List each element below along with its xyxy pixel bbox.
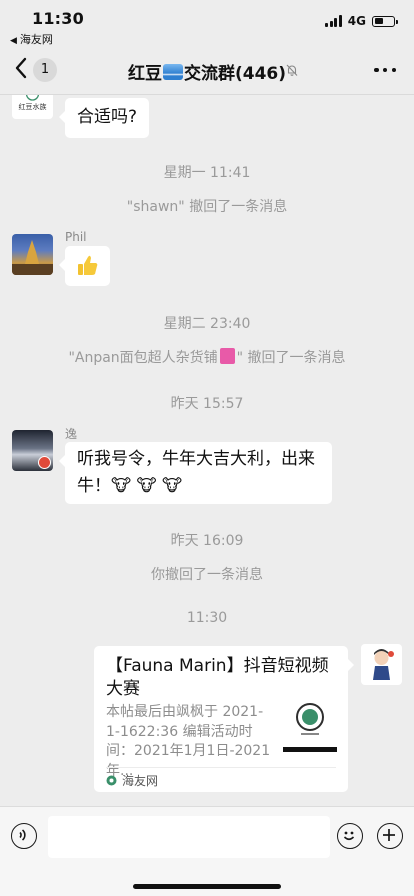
plus-icon (383, 829, 395, 841)
input-bar (0, 806, 414, 896)
group-title: 红豆 交流群(446) (128, 59, 286, 84)
link-card-title: 【Fauna Marin】抖音短视频大赛 (106, 656, 329, 699)
message-list[interactable]: 红豆水族 合适吗? 星期一 11:41 "shawn" 撤回了一条消息 Phil… (0, 95, 414, 805)
thumbnail-logo-icon (283, 703, 337, 752)
avatar-hongdou[interactable]: 红豆水族 (12, 95, 53, 119)
cellular-signal-icon (325, 15, 342, 27)
message-bubble[interactable]: 合适吗? (58, 98, 150, 138)
thumbs-up-emoji-icon (78, 255, 98, 275)
wave-emoji-icon (163, 63, 183, 80)
status-bar: 11:30 ◀ 海友网 4G (0, 0, 414, 46)
avatar-phil[interactable] (12, 234, 53, 275)
link-card-source-name: 海友网 (122, 774, 159, 788)
more-dot-icon (382, 67, 388, 73)
recall-notice: "shawn" 撤回了一条消息 (126, 199, 288, 215)
status-indicators: 4G (325, 14, 398, 28)
recall-notice-part1: "Anpan面包超人杂货铺 (68, 350, 218, 366)
sticker-bubble[interactable] (59, 246, 110, 286)
more-dot-icon (391, 67, 396, 73)
unread-count-badge[interactable]: 1 (33, 58, 57, 82)
message-text: 听我号令，牛年大吉大利，出来牛！🐮 🐮 🐮 (77, 449, 315, 496)
chat-header: 1 红豆 交流群(446) (0, 46, 414, 95)
group-title-part1: 红豆 (128, 64, 162, 84)
battery-level (374, 18, 383, 24)
back-to-app-link[interactable]: ◀ 海友网 (10, 31, 53, 47)
back-app-label: 海友网 (19, 33, 53, 46)
smiley-icon (343, 831, 355, 841)
link-card-thumbnail (283, 701, 337, 755)
message-input[interactable] (48, 816, 330, 858)
emoji-button[interactable] (337, 823, 363, 849)
link-card-divider (106, 767, 336, 768)
chat-screen: 11:30 ◀ 海友网 4G 1 红豆 交流群(446) 红豆水族 合适吗? 星… (0, 0, 414, 896)
message-bubble[interactable]: 听我号令，牛年大吉大利，出来牛！🐮 🐮 🐮 (59, 442, 332, 504)
link-card[interactable]: 【Fauna Marin】抖音短视频大赛 本帖最后由飒枫于 2021-1-162… (94, 646, 354, 792)
network-type: 4G (347, 14, 366, 28)
battery-icon (372, 15, 398, 27)
hongdou-logo-text: 红豆水族 (18, 103, 47, 111)
voice-wave-icon (19, 829, 26, 841)
more-options-button[interactable] (374, 60, 396, 80)
timestamp: 昨天 16:09 (170, 533, 244, 549)
cartoon-avatar-icon (373, 649, 394, 680)
more-functions-button[interactable] (377, 823, 403, 849)
recall-notice: "Anpan面包超人杂货铺 " 撤回了一条消息 (0, 347, 414, 367)
chevron-left-icon (15, 57, 27, 79)
group-title-part2: 交流群(446) (184, 64, 287, 84)
mute-bell-icon (286, 64, 298, 76)
link-card-description: 本帖最后由飒枫于 2021-1-1622:36 编辑活动时间：2021年1月1日… (106, 704, 271, 779)
more-dot-icon (374, 67, 379, 73)
shopping-bag-emoji-icon (219, 348, 235, 364)
back-triangle-icon: ◀ (10, 36, 17, 46)
timestamp: 星期二 23:40 (163, 316, 251, 332)
source-logo-icon (106, 775, 117, 786)
timestamp: 11:30 (186, 610, 228, 626)
status-time: 11:30 (32, 9, 84, 28)
voice-button[interactable] (11, 823, 37, 849)
avatar-yi[interactable] (12, 430, 53, 471)
sender-name: Phil (65, 230, 87, 244)
temple-photo-icon (12, 240, 53, 275)
timestamp: 星期一 11:41 (163, 165, 251, 181)
avatar-me[interactable] (361, 644, 402, 685)
message-text: 合适吗? (77, 107, 138, 127)
status-dot-icon (38, 456, 51, 469)
timestamp: 昨天 15:57 (170, 396, 244, 412)
home-indicator[interactable] (133, 884, 281, 889)
recall-notice: 你撤回了一条消息 (151, 567, 263, 583)
sender-name: 逸 (65, 427, 78, 441)
recall-notice-part2: " 撤回了一条消息 (236, 350, 346, 366)
link-card-source: 海友网 (106, 772, 158, 789)
